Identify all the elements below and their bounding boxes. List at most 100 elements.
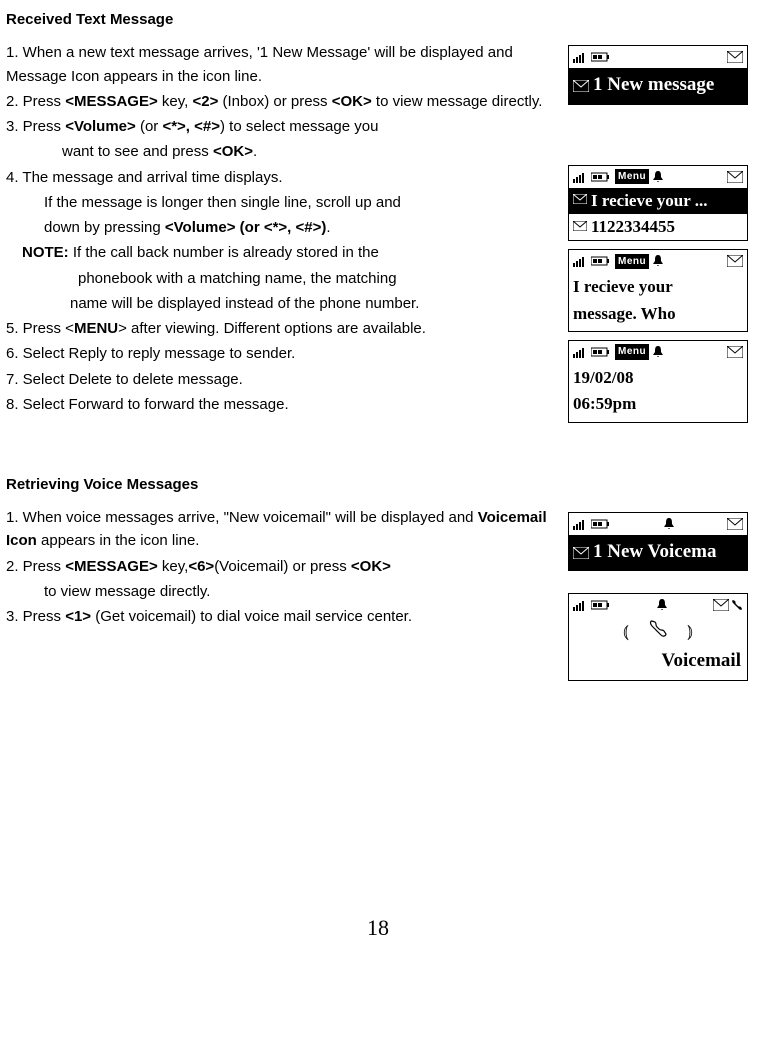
signal-icon <box>573 518 587 530</box>
screen-body: 1 New Voicema <box>569 535 747 570</box>
envelope-icon <box>727 346 743 358</box>
t: . <box>253 143 257 160</box>
screen-voicemail: ⦅ ⦆ Voicemail <box>568 593 748 680</box>
signal-icon <box>573 346 587 358</box>
t: 2. Press <box>6 93 65 110</box>
key-menu: MENU <box>74 320 118 337</box>
voicemail-body: ⦅ ⦆ Voicemail <box>569 616 747 679</box>
status-bar <box>569 513 747 535</box>
t: 2. Press <box>6 558 65 575</box>
section-title-voicemail: Retrieving Voice Messages <box>6 473 750 496</box>
key-ok: <OK> <box>351 558 391 575</box>
step-1: 1. When a new text message arrives, '1 N… <box>6 41 560 88</box>
envelope-icon <box>573 539 589 565</box>
date-line: 19/02/08 <box>573 365 743 391</box>
envelope-icon <box>573 72 589 98</box>
bell-icon <box>657 599 667 611</box>
section2-row: 1. When voice messages arrive, "New voic… <box>6 506 750 681</box>
screen-inbox-list: Menu I recieve your ... 1122334455 <box>568 165 748 242</box>
t: down by pressing <box>44 219 165 236</box>
section1-screens: 1 New message Menu I recieve your ... <box>568 41 750 423</box>
note-label: NOTE: <box>22 244 69 261</box>
t: (Voicemail) or press <box>214 558 351 575</box>
key-6: <6> <box>188 558 214 575</box>
battery-icon <box>591 52 611 62</box>
screen-message-view: Menu I recieve your message. Who <box>568 249 748 332</box>
step-4-line2: If the message is longer then single lin… <box>6 191 560 214</box>
envelope-icon <box>713 599 729 611</box>
t: If the call back number is already store… <box>69 244 379 261</box>
screen-message-time: Menu 19/02/08 06:59pm <box>568 340 748 423</box>
bell-icon <box>664 518 674 530</box>
step-3-line1: 3. Press <Volume> (or <*>, <#>) to selec… <box>6 115 560 138</box>
envelope-icon <box>727 255 743 267</box>
voicemail-label: Voicemail <box>569 646 747 675</box>
section-title-received: Received Text Message <box>6 8 750 31</box>
key-message: <MESSAGE> <box>65 558 158 575</box>
screen-new-message: 1 New message <box>568 45 748 104</box>
page-number: 18 <box>6 911 750 945</box>
menu-label: Menu <box>615 254 649 270</box>
envelope-icon <box>727 518 743 530</box>
vm-step-1: 1. When voice messages arrive, "New voic… <box>6 506 560 553</box>
menu-label: Menu <box>615 169 649 185</box>
t: 3. Press <box>6 608 65 625</box>
step-7: 7. Select Delete to delete message. <box>6 368 560 391</box>
t: (Inbox) or press <box>218 93 331 110</box>
step-2: 2. Press <MESSAGE> key, <2> (Inbox) or p… <box>6 90 560 113</box>
msg-line1: I recieve your <box>573 274 743 300</box>
bell-icon <box>653 255 663 267</box>
row-text: I recieve your ... <box>591 188 707 214</box>
step-4-line3: down by pressing <Volume> (or <*>, <#>). <box>6 216 560 239</box>
note-line3: name will be displayed instead of the ph… <box>6 292 560 315</box>
status-bar <box>569 46 747 68</box>
key-ok: <OK> <box>213 143 253 160</box>
key-star-hash: <*>, <#> <box>162 118 220 135</box>
inbox-row-selected: I recieve your ... <box>569 188 747 214</box>
t: . <box>326 219 330 236</box>
msg-line2: message. Who <box>573 301 743 327</box>
envelope-icon <box>573 189 587 212</box>
row-text: 1122334455 <box>591 214 675 240</box>
bell-icon <box>653 171 663 183</box>
t: key, <box>158 558 189 575</box>
screen-new-voicemail: 1 New Voicema <box>568 512 748 571</box>
inbox-row: 1122334455 <box>569 214 747 240</box>
section1-row: 1. When a new text message arrives, '1 N… <box>6 41 750 423</box>
sound-wave-left-icon: ⦅ <box>623 618 629 646</box>
screen-text: 1 New message <box>593 70 714 99</box>
sound-wave-right-icon: ⦆ <box>687 618 693 646</box>
phone-voicemail-icon <box>731 599 743 611</box>
t: key, <box>158 93 193 110</box>
battery-icon <box>591 172 611 182</box>
section2-screens: 1 New Voicema ⦅ ⦆ <box>568 506 750 681</box>
step-8: 8. Select Forward to forward the message… <box>6 393 560 416</box>
spacer <box>6 423 750 473</box>
key-1: <1> <box>65 608 91 625</box>
vm-step-2b: to view message directly. <box>6 580 560 603</box>
signal-icon <box>573 599 587 611</box>
status-bar: Menu <box>569 250 747 272</box>
signal-icon <box>573 51 587 63</box>
screen-text: 1 New Voicema <box>593 537 716 566</box>
status-bar: Menu <box>569 166 747 188</box>
battery-icon <box>591 256 611 266</box>
key-ok: <OK> <box>332 93 372 110</box>
signal-icon <box>573 171 587 183</box>
vm-step-3: 3. Press <1> (Get voicemail) to dial voi… <box>6 605 560 628</box>
t: appears in the icon line. <box>37 532 200 549</box>
phone-icon <box>649 618 667 646</box>
key-volume: <Volume> <box>65 118 136 135</box>
battery-icon <box>591 519 611 529</box>
vm-step-2: 2. Press <MESSAGE> key,<6>(Voicemail) or… <box>6 555 560 578</box>
envelope-icon <box>573 216 587 239</box>
step-3-line2: want to see and press <OK>. <box>6 140 560 163</box>
step-5: 5. Press <MENU> after viewing. Different… <box>6 317 560 340</box>
t: (Get voicemail) to dial voice mail servi… <box>91 608 412 625</box>
message-body: I recieve your message. Who <box>569 272 747 331</box>
key-volume-combo: <Volume> (or <*>, <#>) <box>165 219 326 236</box>
status-bar <box>569 594 747 616</box>
t: ) to select message you <box>220 118 378 135</box>
signal-icon <box>573 255 587 267</box>
t: 1. When voice messages arrive, "New voic… <box>6 509 478 526</box>
